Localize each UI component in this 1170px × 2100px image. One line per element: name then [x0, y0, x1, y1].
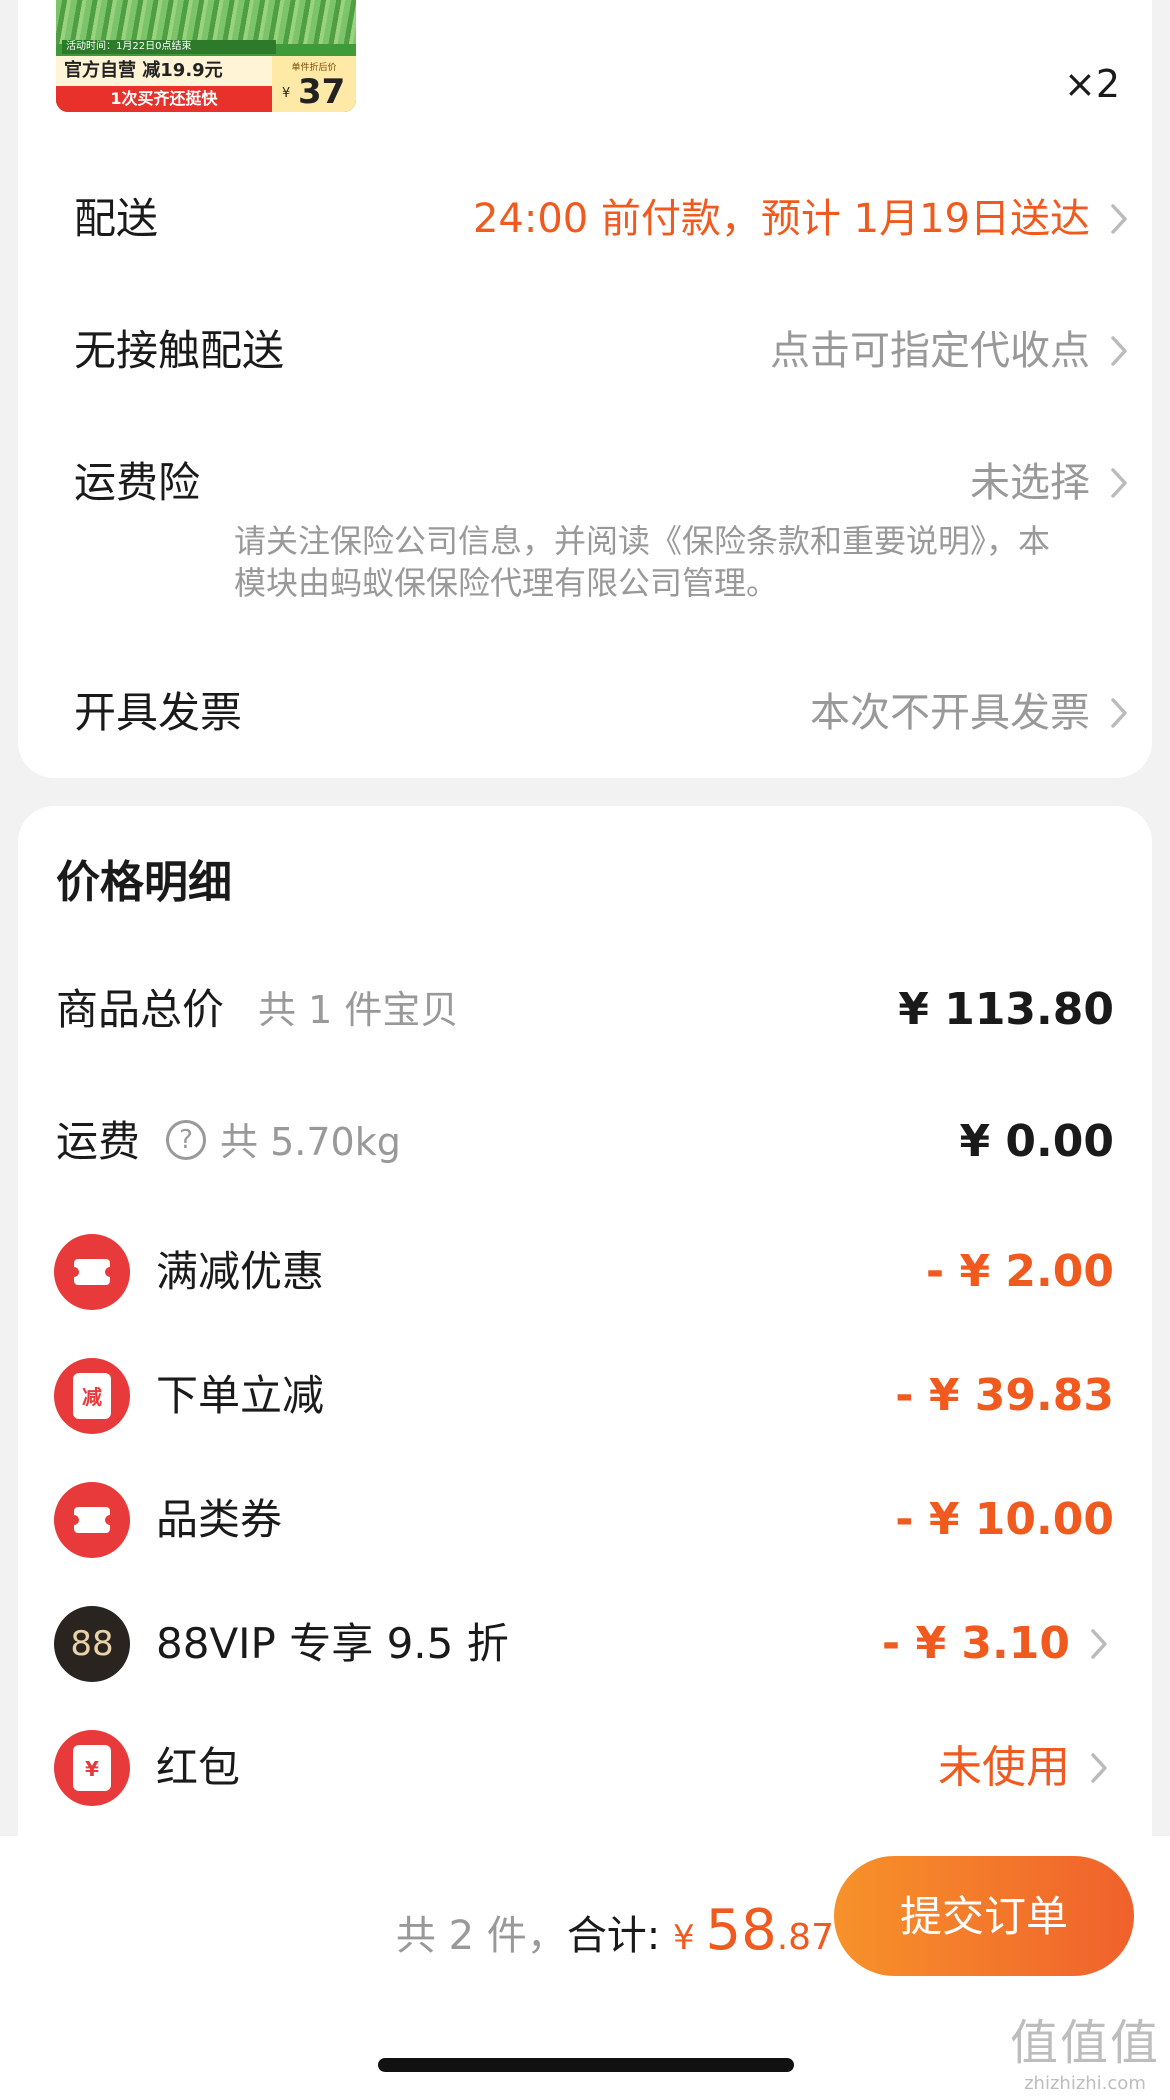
price-detail-title: 价格明细	[56, 857, 232, 908]
goods-total-label: 商品总价	[56, 985, 225, 1034]
home-indicator	[378, 2058, 794, 2072]
goods-total-amount: ¥ 113.80	[898, 984, 1114, 1035]
watermark-logo: 值值值	[1009, 2015, 1160, 2071]
discount-amount: - ¥ 39.83	[895, 1370, 1114, 1421]
chevron-right-icon	[1091, 1629, 1107, 1659]
invoice-value: 本次不开具发票	[810, 690, 1090, 736]
delivery-value: 24:00 前付款，预计 1月19日送达	[472, 196, 1090, 242]
chevron-right-icon	[1111, 698, 1127, 728]
discount-label: 品类券	[156, 1495, 283, 1544]
shipping-insurance-row[interactable]: 运费险 未选择	[74, 448, 1134, 518]
goods-total-row: 商品总价 共 1 件宝贝 ¥ 113.80	[56, 972, 1114, 1048]
discount-label: 88VIP 专享 9.5 折	[156, 1619, 509, 1668]
chevron-right-icon	[1111, 204, 1127, 234]
delivery-label: 配送	[74, 194, 159, 243]
ticket-icon	[54, 1234, 130, 1310]
shipping-insurance-value: 未选择	[970, 460, 1090, 506]
total-decimal: .87	[776, 1917, 834, 1958]
red-packet-status: 未使用	[938, 1742, 1070, 1793]
contactless-delivery-row[interactable]: 无接触配送 点击可指定代收点	[74, 316, 1134, 386]
contactless-value: 点击可指定代收点	[770, 328, 1090, 374]
shipping-fee-row: 运费 ? 共 5.70kg ¥ 0.00	[56, 1104, 1114, 1180]
discount-amount: - ¥ 10.00	[895, 1494, 1114, 1545]
discount-amount: - ¥ 3.10	[881, 1618, 1070, 1669]
discount-row-instant: 减 下单立减 - ¥ 39.83	[54, 1356, 1114, 1436]
shipping-weight: 共 5.70kg	[220, 1120, 401, 1164]
chevron-right-icon	[1111, 336, 1127, 366]
contactless-label: 无接触配送	[74, 326, 285, 375]
discount-row-category-coupon: 品类券 - ¥ 10.00	[54, 1480, 1114, 1560]
discount-amount: - ¥ 2.00	[925, 1246, 1114, 1297]
help-icon[interactable]: ?	[166, 1120, 206, 1160]
chevron-right-icon	[1091, 1753, 1107, 1783]
shipping-insurance-label: 运费险	[74, 458, 201, 507]
checkout-bar: 共 2 件，合计: ¥ 58.87 提交订单 值值值 zhizhizhi.com	[0, 1836, 1170, 2100]
activity-time-text: 活动时间：1月22日0点结束	[62, 40, 276, 54]
discount-row-full-reduction: 满减优惠 - ¥ 2.00	[54, 1232, 1114, 1312]
shipping-fee-label: 运费	[56, 1117, 141, 1166]
red-packet-label: 红包	[156, 1743, 241, 1792]
product-quantity: ×2	[1064, 62, 1121, 106]
insurance-note: 请关注保险公司信息，并阅读《保险条款和重要说明》，本模块由蚂蚁保保险代理有限公司…	[234, 522, 1051, 602]
unit-price-badge: 单件折后价 ¥ 37	[272, 56, 356, 112]
delivery-row[interactable]: 配送 24:00 前付款，预计 1月19日送达	[74, 184, 1134, 254]
total-label: 合计:	[566, 1913, 674, 1959]
submit-order-button[interactable]: 提交订单	[834, 1856, 1134, 1976]
instant-discount-icon: 减	[54, 1358, 130, 1434]
watermark-text: zhizhizhi.com	[1024, 2073, 1146, 2094]
unit-price-value: 37	[298, 72, 346, 112]
total-summary: 共 2 件，合计: ¥ 58.87	[396, 1898, 834, 1963]
invoice-label: 开具发票	[74, 688, 243, 737]
order-options-card: 活动时间：1月22日0点结束 官方自营 减19.9元 1次买齐还挺快 单件折后价…	[18, 0, 1152, 778]
invoice-row[interactable]: 开具发票 本次不开具发票	[74, 678, 1134, 748]
ticket-icon	[54, 1482, 130, 1558]
product-slogan: 1次买齐还挺快	[56, 86, 272, 112]
vip-88-icon: 88	[54, 1606, 130, 1682]
red-packet-row[interactable]: ¥ 红包 未使用	[54, 1728, 1114, 1808]
product-promo-tag: 官方自营 减19.9元	[56, 56, 272, 86]
discount-label: 满减优惠	[156, 1247, 325, 1296]
item-count: 共 2 件，	[395, 1913, 567, 1959]
total-currency: ¥	[673, 1918, 706, 1958]
red-packet-icon: ¥	[54, 1730, 130, 1806]
goods-count: 共 1 件宝贝	[258, 988, 459, 1032]
product-image	[56, 0, 356, 44]
unit-price-currency: ¥	[282, 86, 291, 101]
total-integer: 58	[705, 1898, 777, 1963]
discount-row-88vip[interactable]: 88 88VIP 专享 9.5 折 - ¥ 3.10	[54, 1604, 1114, 1684]
discount-label: 下单立减	[156, 1371, 325, 1420]
chevron-right-icon	[1111, 468, 1127, 498]
shipping-fee-amount: ¥ 0.00	[959, 1116, 1115, 1167]
watermark: 值值值 zhizhizhi.com	[1010, 2003, 1160, 2094]
product-thumbnail[interactable]: 活动时间：1月22日0点结束 官方自营 减19.9元 1次买齐还挺快 单件折后价…	[56, 0, 356, 112]
